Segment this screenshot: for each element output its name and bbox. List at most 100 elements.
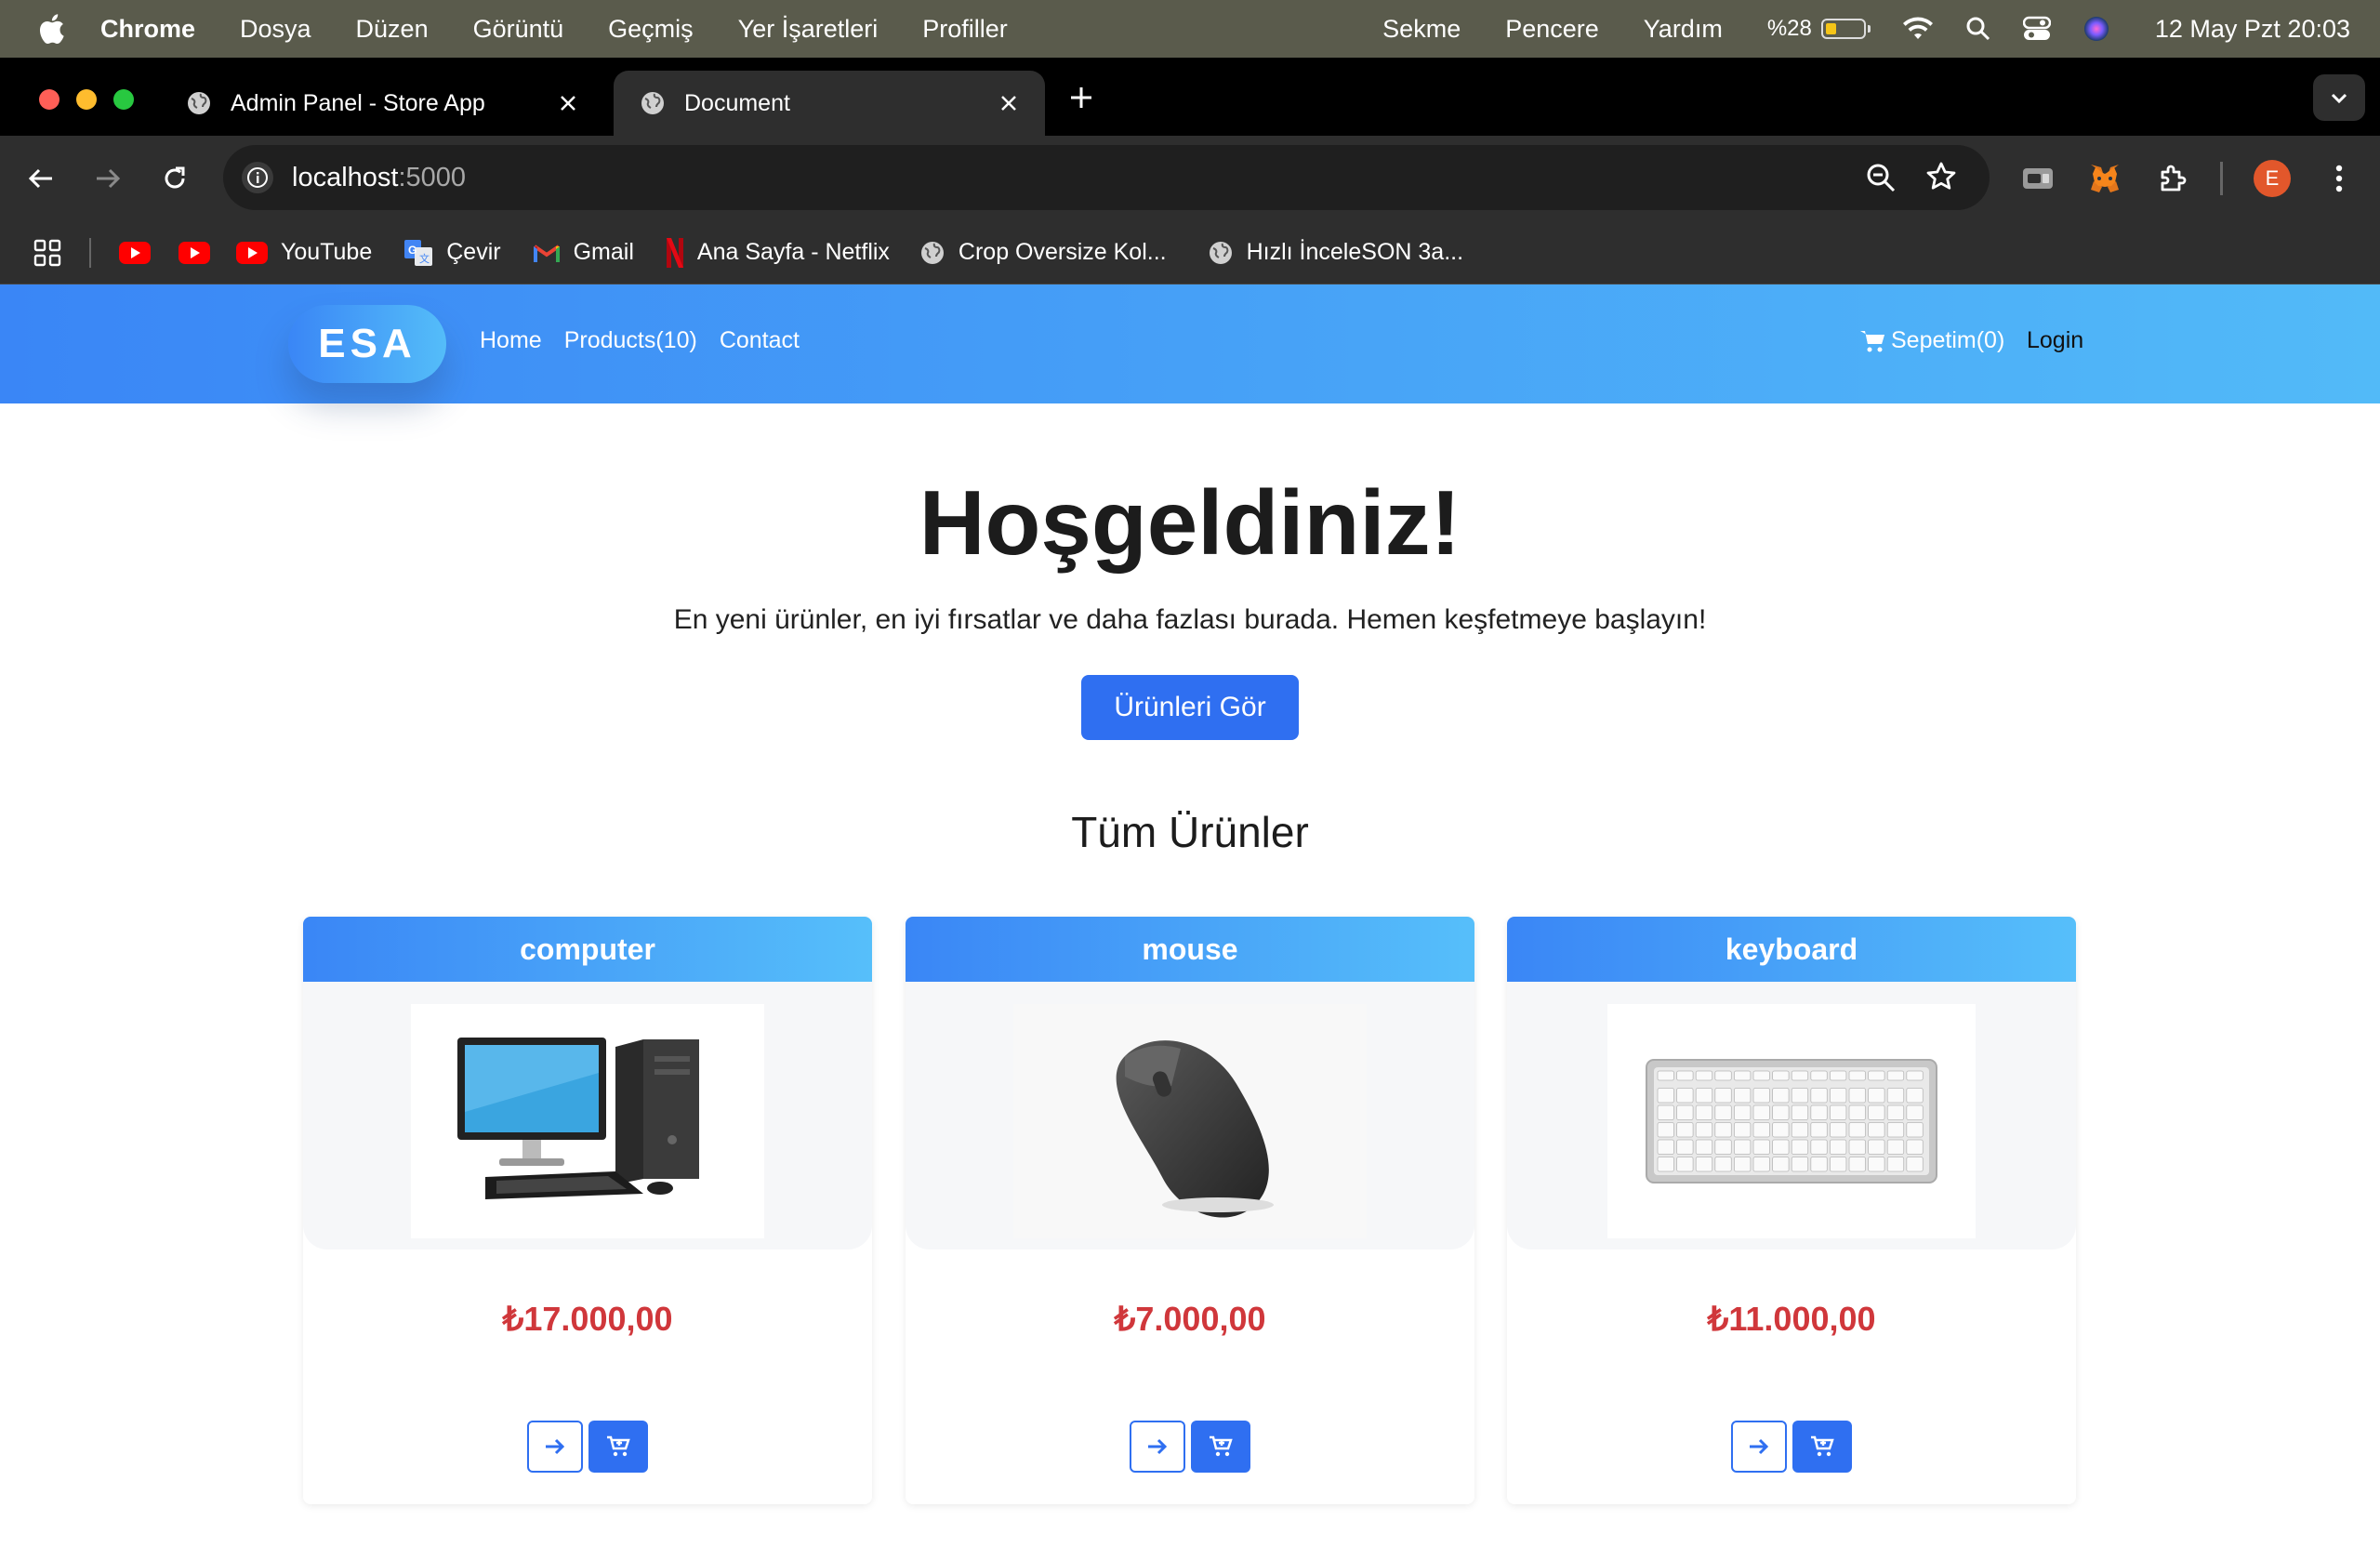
main-nav: Home Products(10) Contact	[480, 327, 822, 354]
youtube-icon	[119, 241, 151, 264]
netflix-icon	[666, 237, 683, 268]
add-to-cart-button[interactable]	[1792, 1421, 1852, 1473]
add-to-cart-button[interactable]	[588, 1421, 648, 1473]
login-link[interactable]: Login	[2027, 327, 2083, 354]
youtube-icon	[236, 241, 268, 264]
bookmark-translate[interactable]: G文 Çevir	[403, 239, 501, 267]
site-navbar: ESA Home Products(10) Contact Sepetim(0)…	[0, 284, 2380, 403]
menu-app-name[interactable]: Chrome	[100, 15, 195, 44]
product-card: keyboard ₺11.000,00	[1507, 917, 2076, 1504]
bookmarks-bar: YouTube G文 Çevir Gmail Ana Sayfa - Netfl…	[0, 221, 2380, 284]
nav-home[interactable]: Home	[480, 327, 542, 354]
product-image[interactable]	[411, 1004, 764, 1238]
cast-extension-icon[interactable]	[2019, 160, 2056, 197]
menu-help[interactable]: Yardım	[1644, 15, 1723, 44]
arrow-right-icon	[546, 1438, 565, 1455]
reload-icon	[165, 166, 185, 189]
window-minimize-button[interactable]	[76, 89, 97, 110]
nav-contact[interactable]: Contact	[720, 327, 800, 354]
window-zoom-button[interactable]	[113, 89, 134, 110]
battery-icon	[1820, 19, 1866, 39]
menu-history[interactable]: Geçmiş	[608, 15, 694, 44]
menu-profiles[interactable]: Profiller	[922, 15, 1008, 44]
zoom-icon[interactable]	[1865, 162, 1897, 193]
product-image[interactable]	[1607, 1004, 1976, 1238]
section-title: Tüm Ürünler	[1071, 808, 1309, 856]
browser-toolbar: localhost:5000 E	[0, 136, 2380, 221]
globe-icon	[920, 241, 944, 264]
url-text[interactable]: localhost:5000	[292, 163, 466, 193]
product-image[interactable]	[1013, 1004, 1367, 1238]
site-info-icon[interactable]	[242, 162, 273, 193]
tab-title: Admin Panel - Store App	[231, 89, 485, 116]
bookmark-star-icon[interactable]	[1924, 160, 1958, 193]
extensions-puzzle-icon[interactable]	[2153, 160, 2190, 197]
site-logo[interactable]: ESA	[288, 305, 446, 383]
more-menu-icon[interactable]	[2320, 160, 2358, 197]
control-center-icon[interactable]	[2022, 16, 2051, 42]
menu-tab[interactable]: Sekme	[1382, 15, 1461, 44]
menu-bookmarks[interactable]: Yer İşaretleri	[738, 15, 879, 44]
address-bar[interactable]: localhost:5000	[223, 145, 1990, 210]
globe-icon	[1209, 241, 1232, 264]
bookmark-youtube-1[interactable]	[119, 241, 151, 264]
tab-document[interactable]: Document	[614, 71, 1045, 136]
bookmark-crop-oversize[interactable]: Crop Oversize Kol...	[919, 239, 1167, 266]
battery-percent: %28	[1766, 16, 1812, 41]
tab-search-button[interactable]	[2313, 74, 2365, 121]
hero-subtitle: En yeni ürünler, en iyi fırsatlar ve dah…	[673, 604, 1707, 635]
url-port: :5000	[398, 162, 467, 192]
battery-indicator[interactable]: %28	[1767, 16, 1871, 42]
arrow-right-icon	[1148, 1438, 1168, 1455]
back-button[interactable]	[22, 160, 60, 197]
forward-button[interactable]	[89, 160, 126, 197]
cart-icon	[1860, 330, 1884, 351]
spotlight-search-icon[interactable]	[1965, 16, 1991, 42]
siri-icon[interactable]	[2082, 15, 2110, 43]
product-name: mouse	[906, 917, 1474, 982]
reload-button[interactable]	[156, 160, 193, 197]
bookmark-netflix[interactable]: Ana Sayfa - Netflix	[666, 237, 890, 268]
bookmark-youtube[interactable]: YouTube	[236, 239, 372, 266]
nav-products[interactable]: Products(10)	[564, 327, 697, 354]
bookmark-label: Gmail	[573, 239, 634, 265]
bookmark-hizli-incele[interactable]: Hızlı İnceleSON 3a...	[1208, 239, 1463, 266]
menu-file[interactable]: Dosya	[240, 15, 311, 44]
cart-link[interactable]: Sepetim(0)	[1859, 327, 2004, 354]
product-details-button[interactable]	[527, 1421, 583, 1473]
arrow-left-icon	[28, 168, 52, 189]
svg-text:文: 文	[419, 252, 430, 265]
add-to-cart-button[interactable]	[1191, 1421, 1250, 1473]
bookmark-label: Crop Oversize Kol...	[958, 239, 1167, 265]
youtube-icon	[178, 241, 210, 264]
view-products-button[interactable]: Ürünleri Gör	[1081, 675, 1299, 740]
tab-close-icon[interactable]	[997, 91, 1021, 115]
metamask-fox-icon[interactable]	[2086, 160, 2123, 197]
product-name: keyboard	[1507, 917, 2076, 982]
product-details-button[interactable]	[1130, 1421, 1185, 1473]
product-card: mouse ₺7.000,00	[906, 917, 1474, 1504]
tab-admin-panel[interactable]: Admin Panel - Store App	[160, 71, 604, 136]
profile-avatar[interactable]: E	[2254, 160, 2291, 197]
cart-plus-icon	[607, 1435, 630, 1457]
bookmarks-divider	[89, 237, 91, 268]
cart-label: Sepetim(0)	[1891, 327, 2005, 353]
product-image-area	[1507, 982, 2076, 1250]
wifi-icon[interactable]	[1902, 17, 1934, 41]
menu-edit[interactable]: Düzen	[356, 15, 429, 44]
tab-close-icon[interactable]	[556, 91, 580, 115]
menu-view[interactable]: Görüntü	[473, 15, 564, 44]
new-tab-icon[interactable]	[1067, 84, 1095, 112]
battery-fill	[1825, 23, 1836, 34]
mouse-image	[1116, 1040, 1274, 1218]
apps-grid-icon[interactable]	[33, 239, 61, 267]
apple-icon[interactable]	[37, 13, 65, 45]
product-details-button[interactable]	[1731, 1421, 1787, 1473]
bookmark-youtube-2[interactable]	[178, 241, 210, 264]
bookmark-label: Hızlı İnceleSON 3a...	[1246, 239, 1464, 265]
window-close-button[interactable]	[39, 89, 60, 110]
clock[interactable]: 12 May Pzt 20:03	[2155, 15, 2350, 44]
menu-window[interactable]: Pencere	[1505, 15, 1599, 44]
bookmark-label: Çevir	[446, 239, 501, 265]
bookmark-gmail[interactable]: Gmail	[533, 239, 634, 266]
